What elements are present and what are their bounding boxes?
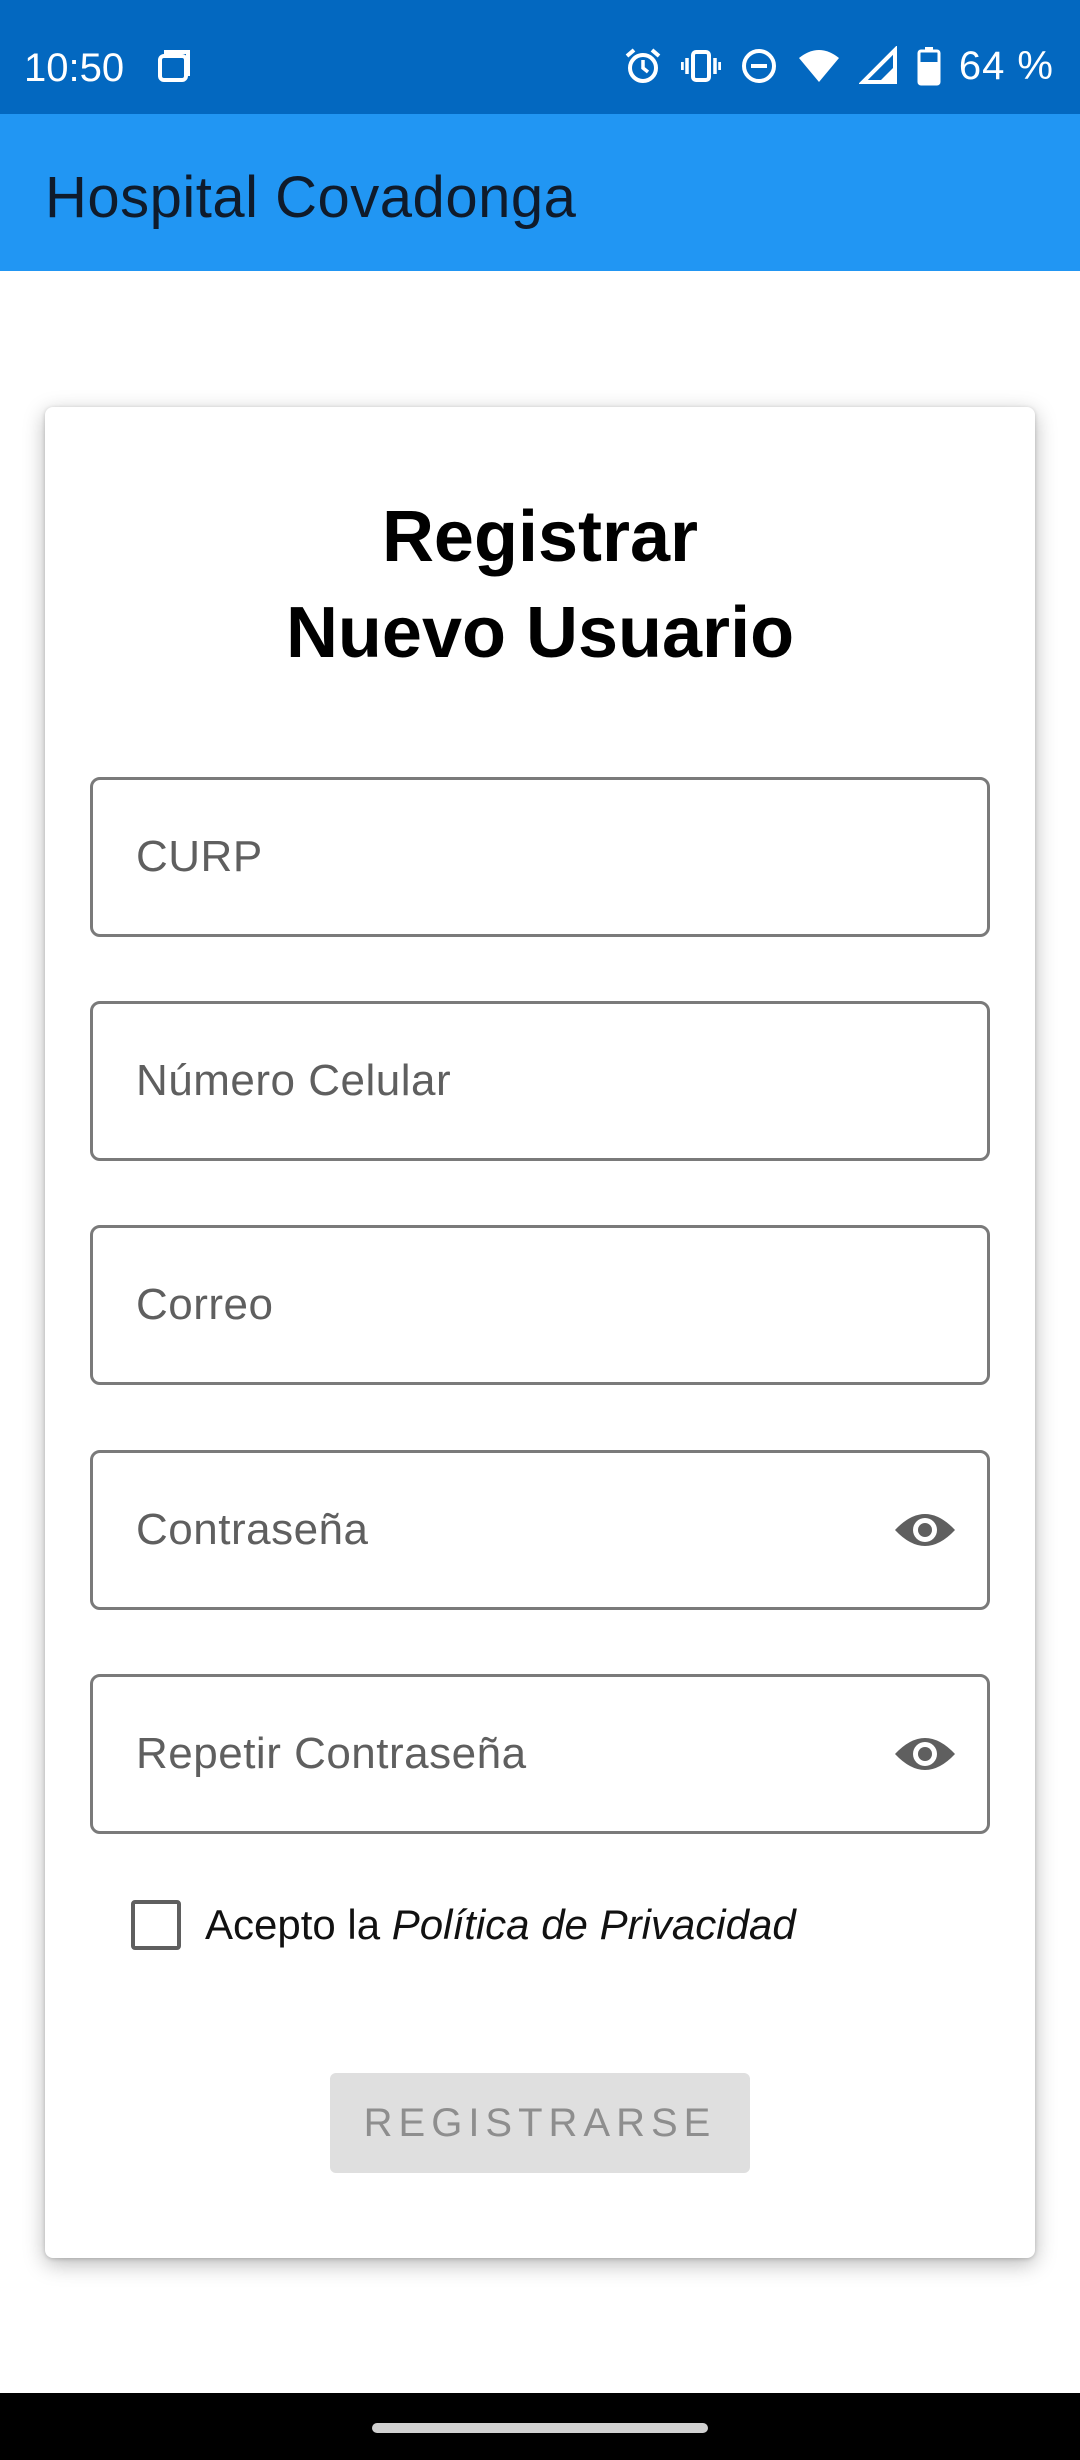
app-title: Hospital Covadonga: [45, 165, 577, 230]
screen-record-icon: [156, 48, 192, 84]
password-field[interactable]: Contraseña: [90, 1450, 990, 1610]
email-field[interactable]: Correo: [90, 1225, 990, 1385]
repeat-password-label: Repetir Contraseña: [136, 1729, 527, 1778]
wifi-icon: [797, 46, 841, 86]
register-button[interactable]: REGISTRARSE: [330, 2073, 750, 2173]
repeat-password-field[interactable]: Repetir Contraseña: [90, 1674, 990, 1834]
do-not-disturb-icon: [739, 46, 779, 86]
alarm-icon: [623, 46, 663, 86]
privacy-prefix: Acepto la: [205, 1901, 392, 1948]
registration-card: Registrar Nuevo Usuario CURP Número Celu…: [45, 407, 1035, 2258]
privacy-checkbox[interactable]: [131, 1900, 181, 1950]
vibrate-icon: [680, 46, 721, 86]
signal-icon: [858, 46, 899, 86]
privacy-row: Acepto la Política de Privacidad: [131, 1895, 796, 1955]
battery-icon: [917, 46, 941, 86]
password-label: Contraseña: [136, 1505, 369, 1554]
privacy-text: Acepto la Política de Privacidad: [205, 1901, 796, 1949]
privacy-policy-link[interactable]: Política de Privacidad: [392, 1901, 796, 1948]
form-title-line-1: Registrar: [381, 497, 699, 577]
phone-field[interactable]: Número Celular: [90, 1001, 990, 1161]
status-icons: 64 %: [623, 42, 1054, 90]
status-bar: 10:50 64 %: [0, 0, 1080, 114]
form-title: Registrar Nuevo Usuario: [45, 489, 1035, 681]
battery-percent: 64 %: [958, 44, 1054, 88]
email-label: Correo: [136, 1280, 274, 1329]
home-handle[interactable]: [372, 2423, 708, 2433]
app-bar: Hospital Covadonga: [0, 114, 1080, 271]
phone-label: Número Celular: [136, 1056, 452, 1105]
eye-icon[interactable]: [893, 1508, 957, 1552]
status-time: 10:50: [24, 46, 125, 90]
curp-label: CURP: [136, 832, 263, 881]
navigation-bar: [0, 2393, 1080, 2460]
form-title-line-2: Nuevo Usuario: [285, 593, 795, 673]
eye-icon[interactable]: [893, 1732, 957, 1776]
curp-field[interactable]: CURP: [90, 777, 990, 937]
